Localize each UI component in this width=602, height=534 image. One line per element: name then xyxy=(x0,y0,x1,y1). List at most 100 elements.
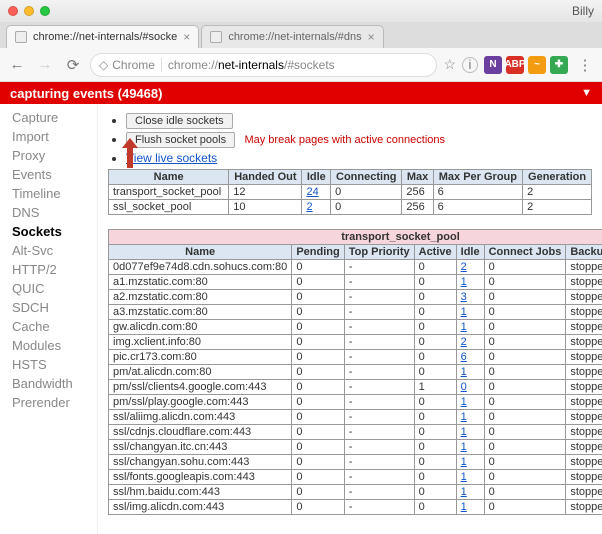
cell: 1 xyxy=(456,455,484,470)
idle-count-link[interactable]: 1 xyxy=(461,456,467,468)
info-icon[interactable]: i xyxy=(462,57,478,73)
idle-count-link[interactable]: 1 xyxy=(461,321,467,333)
cell: a2.mzstatic.com:80 xyxy=(109,290,292,305)
table-row: ssl/img.alicdn.com:4430-010stoppedfalse xyxy=(109,500,602,515)
column-header: Max xyxy=(402,170,433,185)
close-idle-sockets-button[interactable]: Close idle sockets xyxy=(126,113,233,129)
column-header: Name xyxy=(109,245,292,260)
table-row: a3.mzstatic.com:800-010stoppedfalse xyxy=(109,305,602,320)
idle-count-link[interactable]: 2 xyxy=(461,261,467,273)
extension-abp-icon[interactable]: ABP xyxy=(506,56,524,74)
sidebar-item-proxy[interactable]: Proxy xyxy=(0,146,97,165)
reload-button[interactable]: ⟳ xyxy=(62,54,84,76)
column-header: Top Priority xyxy=(344,245,414,260)
cell: 0 xyxy=(414,425,456,440)
sidebar-item-bandwidth[interactable]: Bandwidth xyxy=(0,374,97,393)
cell: 2 xyxy=(302,200,331,215)
cell: 0 xyxy=(292,290,344,305)
cell: 0 xyxy=(292,470,344,485)
close-window-button[interactable] xyxy=(8,6,18,16)
sidebar-item-hsts[interactable]: HSTS xyxy=(0,355,97,374)
idle-count-link[interactable]: 1 xyxy=(461,441,467,453)
browser-tab-inactive[interactable]: chrome://net-internals/#dns × xyxy=(201,25,383,48)
capture-status-bar[interactable]: capturing events (49468) ▼ xyxy=(0,82,602,104)
cell: stopped xyxy=(566,440,602,455)
idle-count-link[interactable]: 1 xyxy=(461,411,467,423)
address-bar[interactable]: ◇ Chrome chrome://net-internals/#sockets xyxy=(90,53,437,77)
cell: - xyxy=(344,470,414,485)
sidebar-item-modules[interactable]: Modules xyxy=(0,336,97,355)
dropdown-arrow-icon[interactable]: ▼ xyxy=(581,87,592,99)
idle-count-link[interactable]: 0 xyxy=(461,381,467,393)
cell: 0 xyxy=(292,365,344,380)
idle-count-link[interactable]: 3 xyxy=(461,291,467,303)
sidebar-item-dns[interactable]: DNS xyxy=(0,203,97,222)
cell: 0 xyxy=(292,500,344,515)
cell: stopped xyxy=(566,410,602,425)
close-tab-icon[interactable]: × xyxy=(183,30,190,44)
cell: ssl/hm.baidu.com:443 xyxy=(109,485,292,500)
cell: stopped xyxy=(566,290,602,305)
close-tab-icon[interactable]: × xyxy=(368,30,375,44)
idle-count-link[interactable]: 24 xyxy=(306,186,318,198)
sidebar-item-cache[interactable]: Cache xyxy=(0,317,97,336)
extension-green-icon[interactable]: ✚ xyxy=(550,56,568,74)
idle-count-link[interactable]: 1 xyxy=(461,471,467,483)
cell: stopped xyxy=(566,500,602,515)
sidebar-item-timeline[interactable]: Timeline xyxy=(0,184,97,203)
table-row: pm/at.alicdn.com:800-010stoppedfalse xyxy=(109,365,602,380)
cell: 1 xyxy=(456,425,484,440)
idle-count-link[interactable]: 1 xyxy=(461,486,467,498)
favicon-icon xyxy=(15,31,27,43)
cell: 0 xyxy=(484,500,566,515)
idle-count-link[interactable]: 1 xyxy=(461,426,467,438)
sidebar-item-sockets[interactable]: Sockets xyxy=(0,222,97,241)
view-live-sockets-link[interactable]: View live sockets xyxy=(126,151,217,165)
cell: 0 xyxy=(484,365,566,380)
sidebar-item-prerender[interactable]: Prerender xyxy=(0,393,97,412)
idle-count-link[interactable]: 1 xyxy=(461,501,467,513)
sidebar-item-import[interactable]: Import xyxy=(0,127,97,146)
idle-count-link[interactable]: 1 xyxy=(461,396,467,408)
socket-pool-summary-table: NameHanded OutIdleConnectingMaxMax Per G… xyxy=(108,169,592,215)
cell: 0d077ef9e74d8.cdn.sohucs.com:80 xyxy=(109,260,292,275)
sidebar-item-capture[interactable]: Capture xyxy=(0,108,97,127)
cell: 0 xyxy=(292,455,344,470)
idle-count-link[interactable]: 1 xyxy=(461,366,467,378)
back-button[interactable]: ← xyxy=(6,54,28,76)
cell: - xyxy=(344,260,414,275)
extension-orange-icon[interactable]: ~ xyxy=(528,56,546,74)
cell: 2 xyxy=(523,185,592,200)
cell: 0 xyxy=(414,335,456,350)
sidebar-item-http-2[interactable]: HTTP/2 xyxy=(0,260,97,279)
cell: 3 xyxy=(456,290,484,305)
cell: 0 xyxy=(331,200,402,215)
cell: - xyxy=(344,440,414,455)
maximize-window-button[interactable] xyxy=(40,6,50,16)
cell: 0 xyxy=(292,485,344,500)
profile-name[interactable]: Billy xyxy=(572,4,594,18)
cell: stopped xyxy=(566,320,602,335)
cell: a1.mzstatic.com:80 xyxy=(109,275,292,290)
flush-socket-pools-button[interactable]: Flush socket pools xyxy=(126,132,235,148)
sidebar-item-quic[interactable]: QUIC xyxy=(0,279,97,298)
column-header: Backup Timer xyxy=(566,245,602,260)
sidebar-item-events[interactable]: Events xyxy=(0,165,97,184)
idle-count-link[interactable]: 2 xyxy=(461,336,467,348)
sidebar-item-alt-svc[interactable]: Alt-Svc xyxy=(0,241,97,260)
bookmark-star-icon[interactable]: ☆ xyxy=(443,56,456,73)
sidebar-item-sdch[interactable]: SDCH xyxy=(0,298,97,317)
cell: stopped xyxy=(566,425,602,440)
extension-onenote-icon[interactable]: N xyxy=(484,56,502,74)
minimize-window-button[interactable] xyxy=(24,6,34,16)
chrome-menu-icon[interactable]: ⋮ xyxy=(574,54,596,76)
table-row: gw.alicdn.com:800-010stoppedfalse xyxy=(109,320,602,335)
transport-socket-pool-table: transport_socket_pool NamePendingTop Pri… xyxy=(108,229,602,515)
idle-count-link[interactable]: 1 xyxy=(461,276,467,288)
forward-button[interactable]: → xyxy=(34,54,56,76)
idle-count-link[interactable]: 2 xyxy=(306,201,312,213)
column-header: Active xyxy=(414,245,456,260)
idle-count-link[interactable]: 6 xyxy=(461,351,467,363)
idle-count-link[interactable]: 1 xyxy=(461,306,467,318)
browser-tab-active[interactable]: chrome://net-internals/#socke × xyxy=(6,25,199,48)
